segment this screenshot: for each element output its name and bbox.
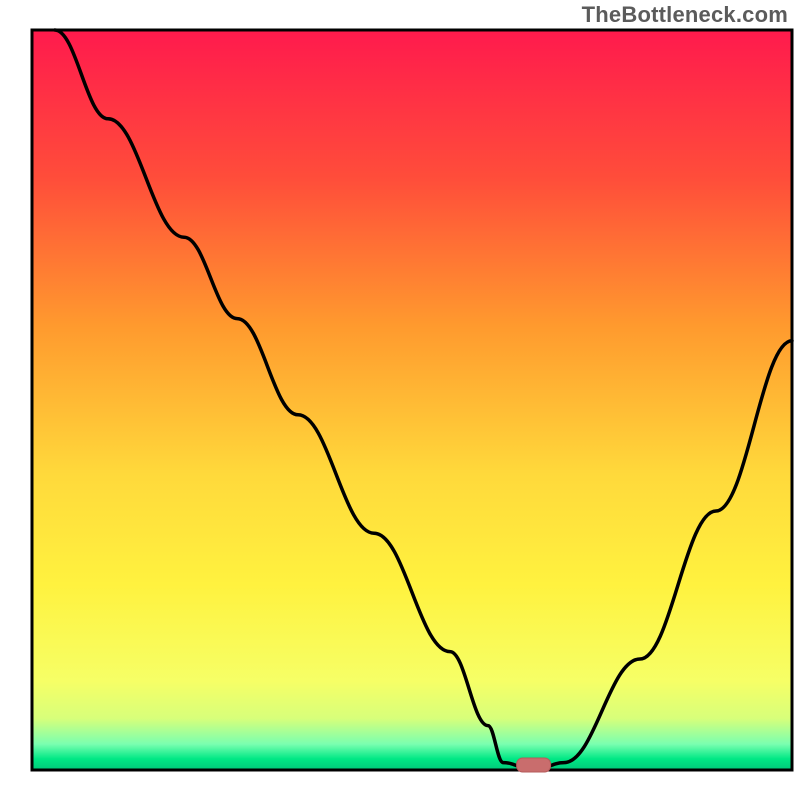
bottleneck-plot xyxy=(0,0,800,800)
chart-frame: TheBottleneck.com xyxy=(0,0,800,800)
optimal-marker xyxy=(517,758,551,772)
plot-background xyxy=(32,30,792,770)
attribution-label: TheBottleneck.com xyxy=(582,2,788,28)
